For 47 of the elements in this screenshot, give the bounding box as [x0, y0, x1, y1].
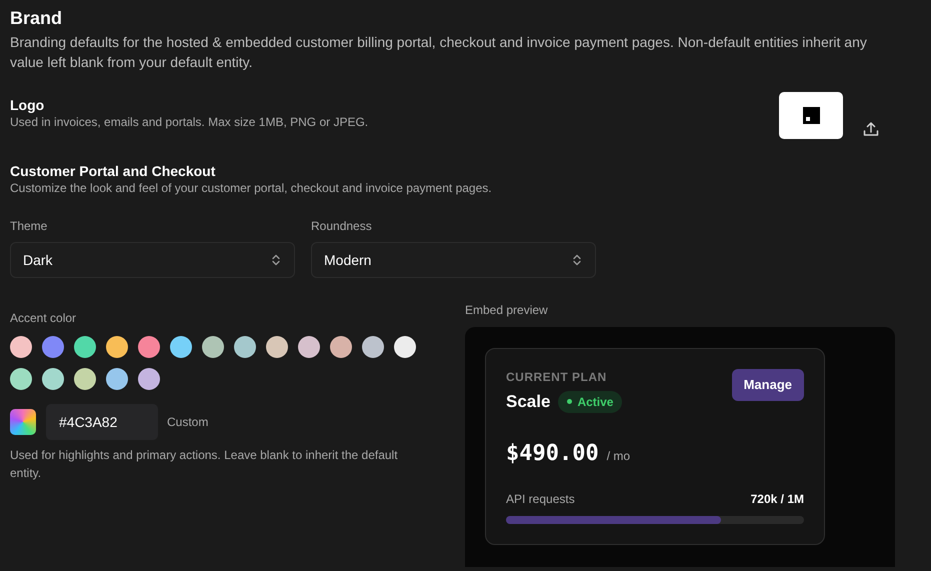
color-swatch[interactable] — [170, 336, 192, 358]
usage-value: 720k / 1M — [750, 490, 804, 508]
hex-input-field[interactable]: #4C3A82 — [46, 404, 158, 440]
color-swatch[interactable] — [106, 336, 128, 358]
preview-label: Embed preview — [465, 302, 549, 318]
portal-title: Customer Portal and Checkout — [10, 162, 216, 180]
select-label: Theme — [10, 218, 48, 234]
color-swatch[interactable] — [74, 336, 96, 358]
select-field[interactable]: Dark — [10, 242, 295, 278]
accent-hint: Used for highlights and primary actions. Leave blank to inherit the default entity. — [10, 447, 399, 482]
color-swatch[interactable] — [42, 336, 64, 358]
status-badge: Active — [558, 390, 622, 413]
section-description: Branding defaults for the hosted & embedded customer billing portal, checkout and invoice payment pages. Non-default entities inherit any value left blank from your default entity. — [10, 33, 868, 72]
plan-caption: CURRENT PLAN — [506, 369, 608, 385]
accent-label: Accent color — [10, 310, 78, 326]
color-swatch[interactable] — [10, 336, 32, 358]
color-swatch[interactable] — [10, 368, 32, 390]
chevron-updown-icon — [573, 254, 581, 266]
color-swatch[interactable] — [138, 368, 160, 390]
color-swatch[interactable] — [234, 336, 256, 358]
color-swatch[interactable] — [266, 336, 288, 358]
custom-label: Custom — [167, 414, 208, 431]
color-swatch[interactable] — [42, 368, 64, 390]
portal-description: Customize the look and feel of your customer portal, checkout and invoice payment pages. — [10, 180, 493, 196]
chevron-updown-icon — [272, 254, 280, 266]
color-swatch[interactable] — [298, 336, 320, 358]
color-picker-icon[interactable] — [10, 409, 36, 435]
price: $490.00 — [506, 440, 599, 468]
color-swatch[interactable] — [106, 368, 128, 390]
select-label: Roundness — [311, 218, 373, 234]
logo-mark-icon — [802, 107, 820, 124]
color-swatch[interactable] — [362, 336, 384, 358]
logo-description: Used in invoices, emails and portals. Max size 1MB, PNG or JPEG. — [10, 114, 370, 130]
logo-title: Logo — [10, 96, 46, 114]
usage-label: API requests — [506, 490, 575, 508]
plan-name: Scale — [506, 391, 550, 413]
color-swatch[interactable] — [394, 336, 416, 358]
logo-preview[interactable] — [779, 92, 843, 139]
select-field[interactable]: Modern — [311, 242, 596, 278]
upload-icon[interactable] — [863, 122, 879, 137]
price-period: / mo — [606, 448, 630, 464]
manage-button[interactable]: Manage — [732, 369, 804, 401]
color-swatch[interactable] — [138, 336, 160, 358]
color-swatch[interactable] — [330, 336, 352, 358]
color-swatch[interactable] — [74, 368, 96, 390]
section-title: Brand — [10, 7, 64, 30]
color-swatch[interactable] — [202, 336, 224, 358]
